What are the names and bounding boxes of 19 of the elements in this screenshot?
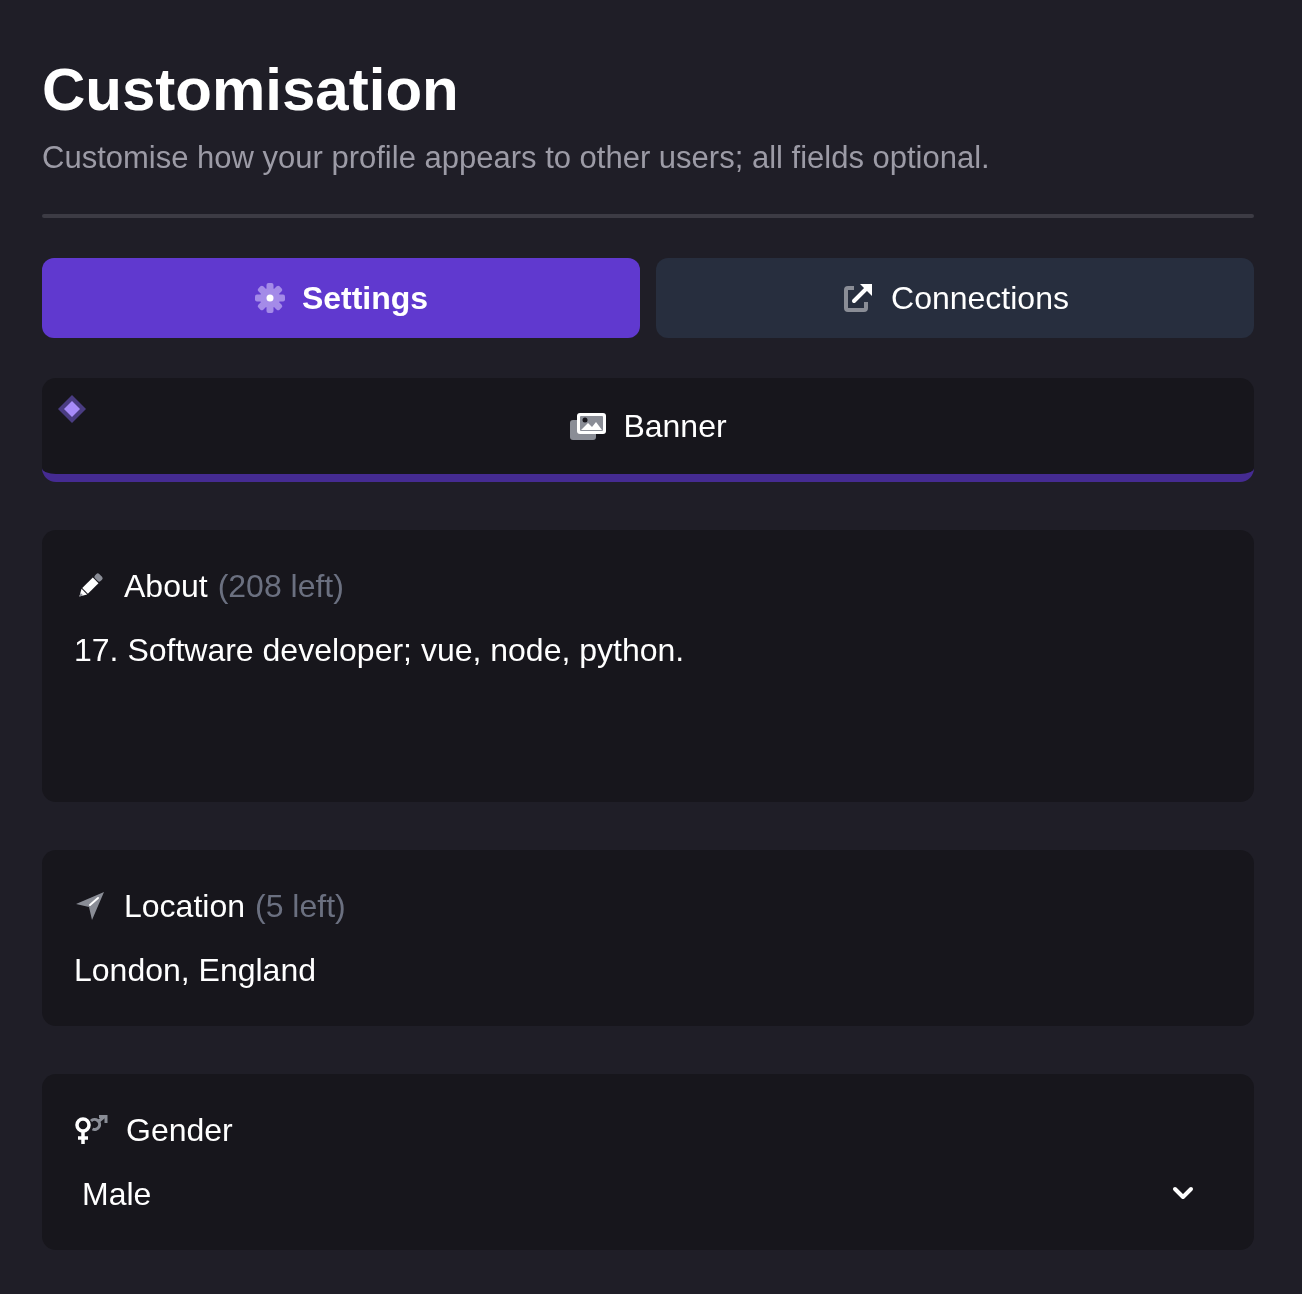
- characters-left: (208 left): [217, 567, 344, 606]
- location-arrow-icon: [74, 890, 106, 922]
- images-icon: [569, 411, 608, 441]
- venus-mars-icon: [74, 1115, 108, 1145]
- chevron-down-icon: [1172, 1186, 1194, 1202]
- tab[interactable]: Settings: [42, 258, 640, 338]
- gear-icon: [253, 282, 286, 314]
- page-title: Customisation: [42, 55, 460, 125]
- characters-left: (5 left): [255, 887, 346, 926]
- page-subtitle: Customise how your profile appears to other users; all fields optional.: [42, 139, 991, 177]
- about-text-field[interactable]: 17. Software developer; vue, node, python.: [74, 630, 1222, 766]
- diamond-icon: [57, 394, 87, 424]
- location-text-field[interactable]: London, England: [74, 950, 1222, 990]
- field-label: About: [124, 567, 208, 606]
- banner-button[interactable]: Banner: [42, 378, 1254, 482]
- gender-select[interactable]: Male: [74, 1174, 1222, 1214]
- tab[interactable]: Connections: [656, 258, 1254, 338]
- field-label: Location: [124, 887, 245, 926]
- field-label: Gender: [126, 1111, 233, 1150]
